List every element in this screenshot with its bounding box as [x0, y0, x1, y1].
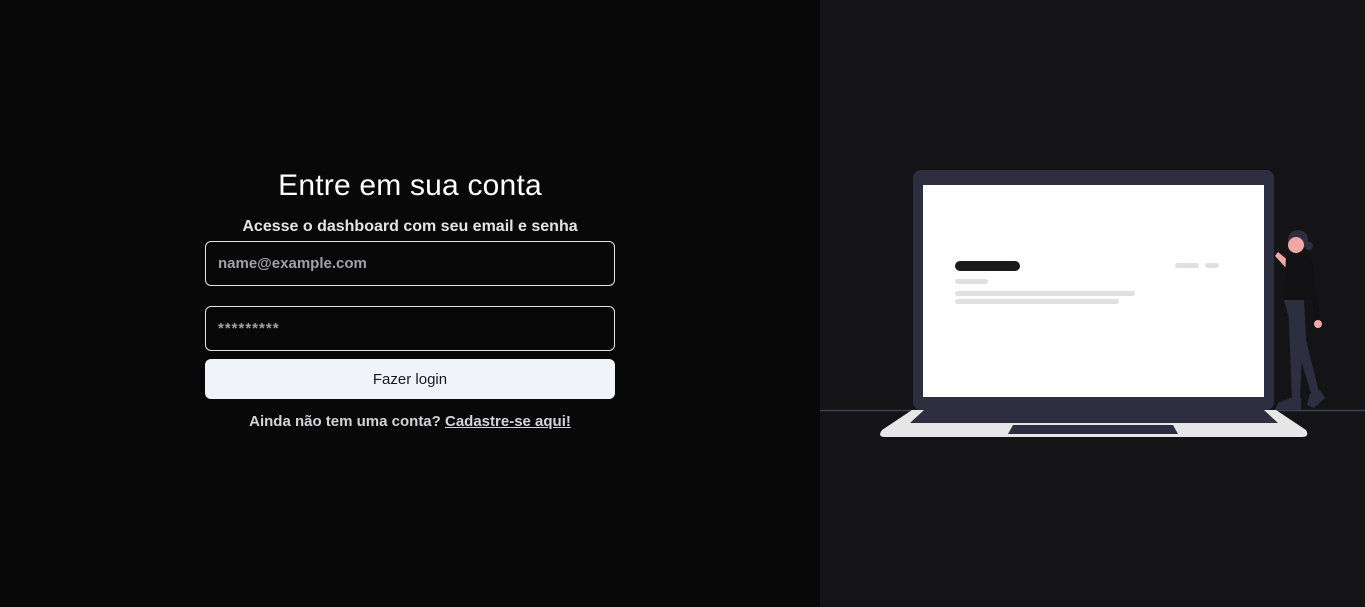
- screen-line-bar: [955, 291, 1135, 296]
- login-panel: Entre em sua conta Acesse o dashboard co…: [0, 0, 820, 607]
- screen-line-bar: [955, 299, 1119, 304]
- page-title: Entre em sua conta: [278, 169, 542, 202]
- login-page: Entre em sua conta Acesse o dashboard co…: [0, 0, 1365, 607]
- screen-line-bar: [955, 279, 988, 284]
- signup-link[interactable]: Cadastre-se aqui!: [445, 413, 571, 430]
- screen-menu-bar: [1175, 263, 1199, 268]
- signup-prompt-text: Ainda não tem uma conta?: [249, 413, 441, 430]
- page-subtitle: Acesse o dashboard com seu email e senha: [242, 218, 578, 235]
- screen-heading-bar: [955, 261, 1020, 271]
- laptop-keyboard: [910, 410, 1278, 423]
- signup-prompt: Ainda não tem uma conta? Cadastre-se aqu…: [249, 413, 571, 431]
- login-button[interactable]: Fazer login: [205, 359, 615, 399]
- person-figure: [1275, 230, 1325, 410]
- laptop-illustration: [820, 170, 1365, 437]
- screen-menu-bar: [1205, 263, 1219, 268]
- email-input[interactable]: [205, 241, 615, 286]
- laptop-trackpad: [1008, 425, 1178, 434]
- illustration-panel: [820, 0, 1365, 607]
- login-form: Entre em sua conta Acesse o dashboard co…: [205, 167, 615, 431]
- password-input[interactable]: [205, 306, 615, 351]
